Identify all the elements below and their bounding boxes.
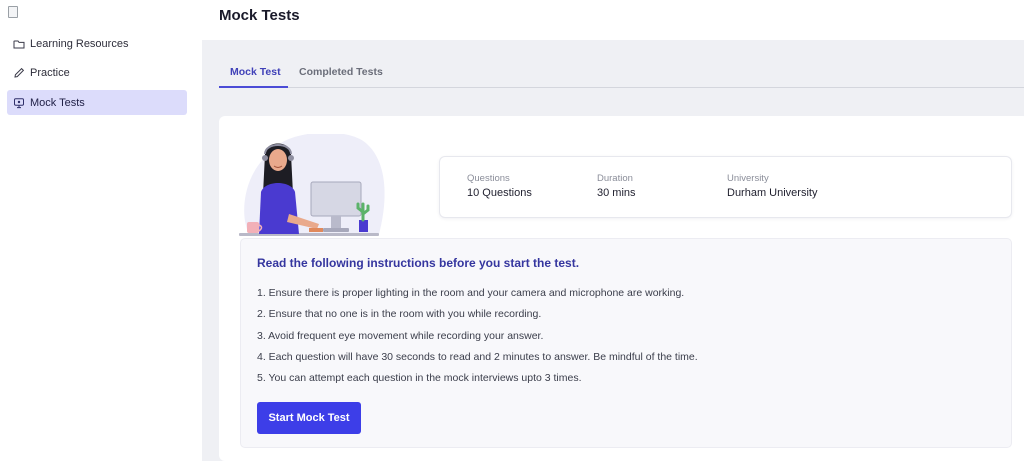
duration-label: Duration	[597, 173, 633, 184]
instruction-item: 3. Avoid frequent eye movement while rec…	[257, 329, 544, 342]
university-info: University Durham University	[727, 173, 817, 199]
questions-info: Questions 10 Questions	[467, 173, 532, 199]
tab-completed-tests[interactable]: Completed Tests	[299, 66, 383, 78]
questions-value: 10 Questions	[467, 187, 532, 199]
pencil-icon	[13, 67, 25, 79]
sidebar-item-practice[interactable]: Practice	[7, 60, 187, 85]
questions-label: Questions	[467, 173, 510, 184]
student-illustration	[239, 134, 385, 236]
tab-bar: Mock Test Completed Tests	[219, 58, 1024, 88]
folder-icon	[13, 38, 25, 50]
university-value: Durham University	[727, 187, 818, 199]
sidebar-item-learning-resources[interactable]: Learning Resources	[7, 31, 187, 56]
top-bar: Mock Tests	[202, 0, 1024, 40]
sidebar-item-label: Learning Resources	[30, 37, 129, 50]
sidebar-item-label: Practice	[30, 66, 70, 79]
page-title: Mock Tests	[219, 7, 300, 24]
test-info-panel: Questions 10 Questions Duration 30 mins …	[439, 156, 1012, 218]
logo-image	[8, 6, 18, 18]
instruction-item: 2. Ensure that no one is in the room wit…	[257, 308, 542, 321]
instructions-list: 1. Ensure there is proper lighting in th…	[257, 283, 698, 389]
duration-value: 30 mins	[597, 187, 636, 199]
instructions-panel: Read the following instructions before y…	[240, 238, 1012, 448]
instruction-item: 4. Each question will have 30 seconds to…	[257, 350, 698, 363]
sidebar: Learning Resources Practice Mock Tests	[0, 0, 202, 461]
instruction-item: 1. Ensure there is proper lighting in th…	[257, 287, 685, 299]
sidebar-item-label: Mock Tests	[30, 96, 85, 109]
start-mock-test-button[interactable]: Start Mock Test	[257, 402, 361, 434]
instruction-item: 5. You can attempt each question in the …	[257, 372, 582, 385]
main-content: Mock Test Completed Tests Questions 10 Q…	[202, 40, 1024, 461]
active-tab-indicator	[219, 86, 288, 88]
instructions-heading: Read the following instructions before y…	[257, 256, 580, 270]
university-label: University	[727, 173, 769, 184]
monitor-icon	[13, 97, 25, 109]
mock-test-card: Questions 10 Questions Duration 30 mins …	[219, 116, 1024, 461]
duration-info: Duration 30 mins	[597, 173, 636, 199]
sidebar-item-mock-tests[interactable]: Mock Tests	[7, 90, 187, 115]
tab-mock-test[interactable]: Mock Test	[230, 66, 281, 78]
